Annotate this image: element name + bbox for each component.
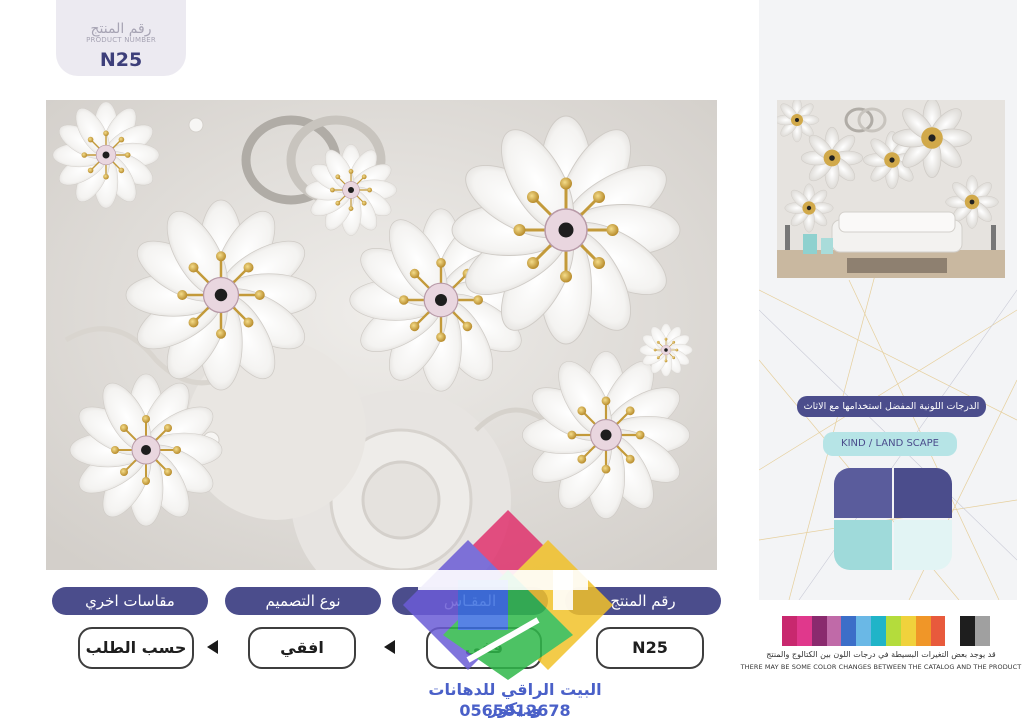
design-type-label: نوع التصميم xyxy=(225,587,381,615)
arrow-left-icon xyxy=(207,640,218,654)
side-preview-panel: الدرجات اللونية المفضل استخدامها مع الاث… xyxy=(759,0,1017,600)
disclaimer-english: THERE MAY BE SOME COLOR CHANGES BETWEEN … xyxy=(740,663,1022,671)
other-sizes-label: مقاسات اخري xyxy=(52,587,208,615)
product-number-tab: رقم المنتج PRODUCT NUMBER N25 xyxy=(56,0,186,76)
swatch-top-right xyxy=(894,468,952,518)
room-mockup-illustration xyxy=(777,100,1005,278)
product-number-label-en: PRODUCT NUMBER xyxy=(86,36,156,44)
preferred-colors-text: الدرجات اللونية المفضل استخدامها مع الاث… xyxy=(797,396,986,417)
floral-wallpaper-illustration xyxy=(46,100,717,570)
color-swatches xyxy=(834,468,952,570)
room-preview-image xyxy=(777,100,1005,278)
design-type-value: افقي xyxy=(248,627,356,669)
wallpaper-main-image xyxy=(46,100,717,570)
swatch-top-left xyxy=(834,468,892,518)
swatch-bottom-left xyxy=(834,520,892,570)
color-reference-strip xyxy=(782,616,991,646)
disclaimer-arabic: قد يوجد بعض التغيرات البسيطة في درجات ال… xyxy=(766,650,996,659)
kind-landscape-label: KIND / LAND SCAPE xyxy=(823,432,957,456)
company-phone: 0565812678 xyxy=(459,701,571,720)
catalog-page: رقم المنتج PRODUCT NUMBER N25 مقاسات اخر… xyxy=(0,0,1024,724)
product-number-code: N25 xyxy=(99,49,143,71)
arrow-left-icon xyxy=(384,640,395,654)
company-logo-watermark xyxy=(403,510,613,680)
product-number-label-ar: رقم المنتج xyxy=(90,21,152,37)
other-sizes-value: حسب الطلب xyxy=(78,627,194,669)
swatch-bottom-right xyxy=(894,520,952,570)
